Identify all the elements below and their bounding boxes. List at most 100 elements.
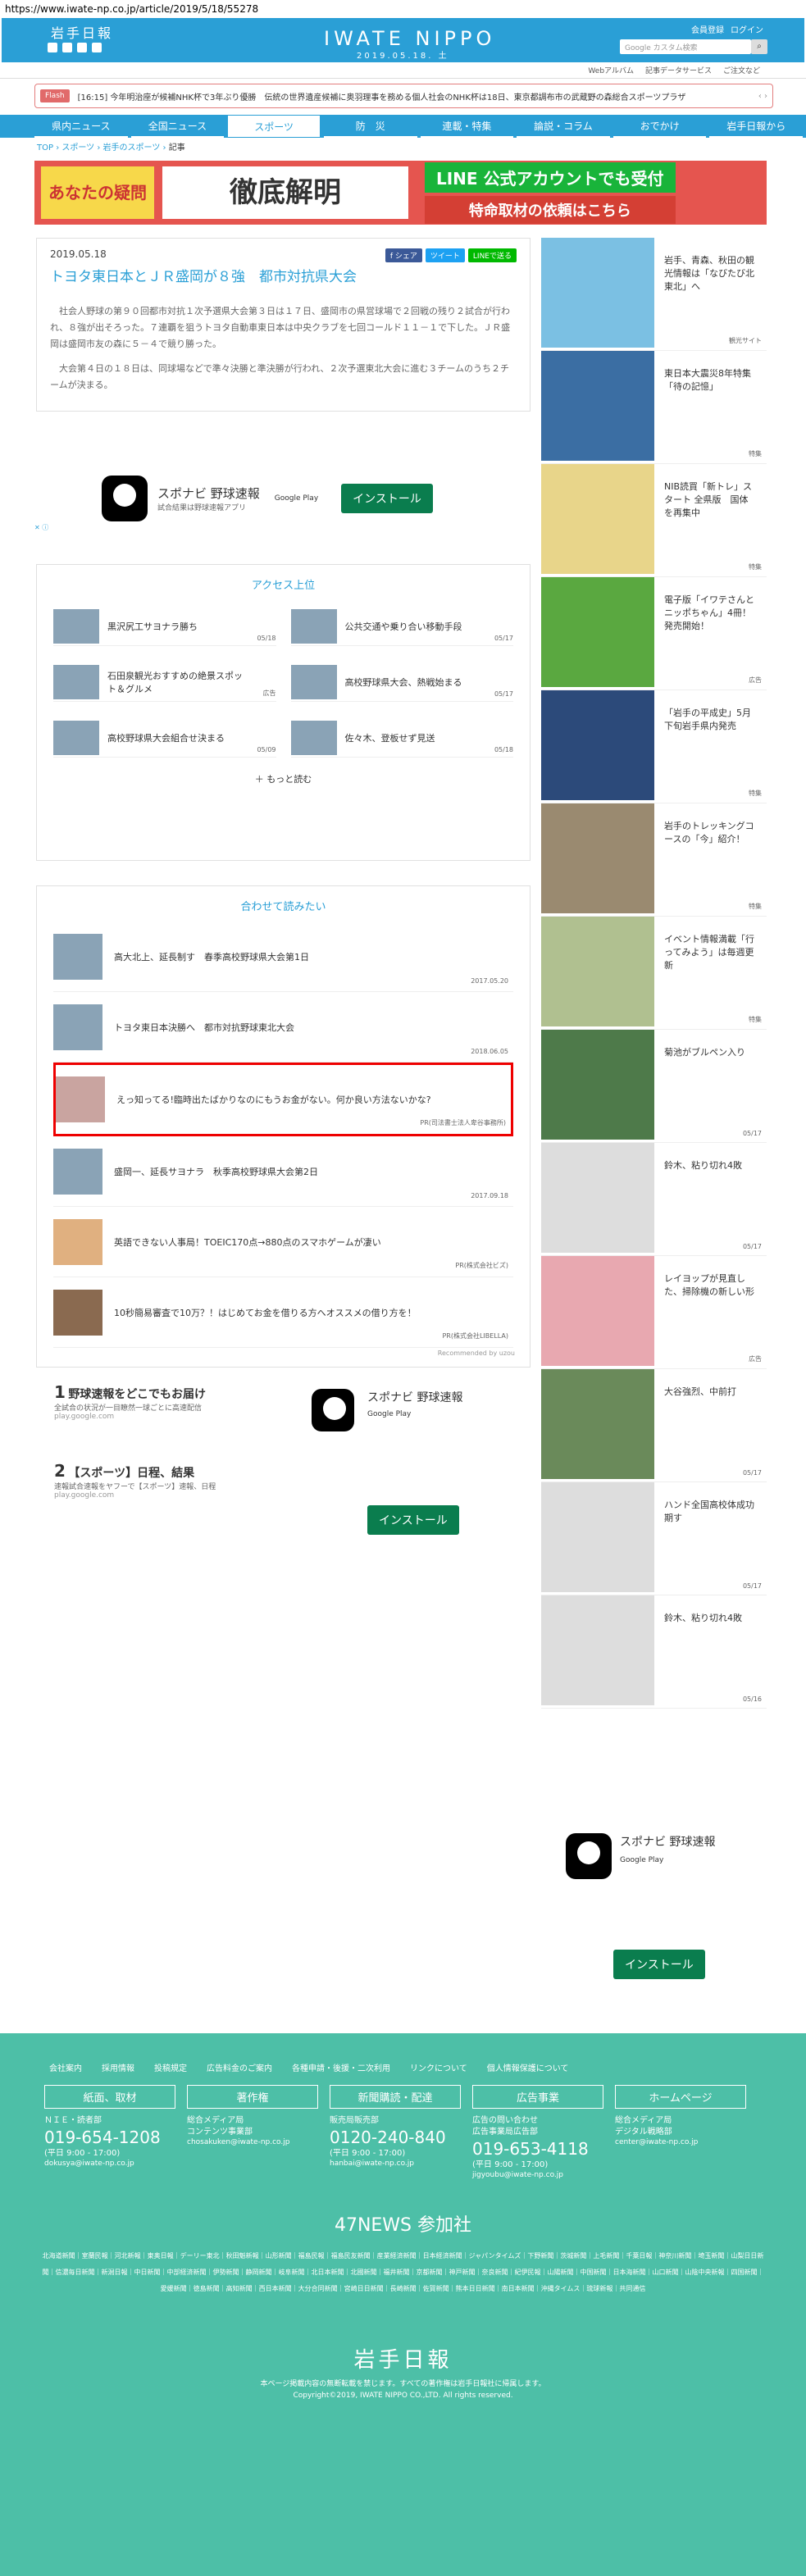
app-ad-card[interactable]: スポナビ 野球速報 Google Play インストール	[305, 1382, 510, 1554]
contact-dept: 販売局販売部	[330, 2116, 379, 2125]
crumb-top[interactable]: TOP	[37, 143, 53, 152]
install-button[interactable]: インストール	[367, 1505, 459, 1535]
banner-title: 徹底解明	[162, 166, 408, 219]
facebook-share-button[interactable]: f シェア	[385, 248, 422, 262]
list-item-highlighted[interactable]: えっ知ってる!臨時出たばかりなのにもうお金がない。何か良い方法ないかな? PR(司…	[53, 1063, 513, 1136]
site-footer: 会社案内 採用情報 投稿規定 広告料金のご案内 各種申請・後援・二次利用 リンク…	[0, 2033, 806, 2576]
footer-link[interactable]: リンクについて	[410, 2061, 467, 2073]
footer-nav: 会社案内 採用情報 投稿規定 広告料金のご案内 各種申請・後援・二次利用 リンク…	[0, 2033, 806, 2073]
list-item[interactable]: 盛岡一、延長サヨナラ 秋季高校野球県大会第2日 2017.09.18	[53, 1136, 513, 1207]
list-item[interactable]: トヨタ東日本決勝へ 都市対抗野球東北大会 2018.06.05	[53, 992, 513, 1063]
list-item[interactable]: 石田泉観光おすすめの絶景スポット＆グルメ 広告	[53, 662, 276, 702]
logo-en[interactable]: IWATE NIPPO	[324, 27, 495, 50]
flash-text[interactable]: [16:15] 今年明治座が候補NHK杯で3年ぶり優勝 伝統の世界遺産候補に奥羽…	[78, 90, 750, 102]
phone-number[interactable]: 0120-240-840	[330, 2127, 461, 2148]
sidebar-item[interactable]: 大谷強烈、中前打 05/17	[541, 1369, 767, 1482]
read-more-button[interactable]: ＋ もっと読む	[53, 772, 513, 785]
footer-link[interactable]: 採用情報	[102, 2061, 134, 2073]
footer-link[interactable]: 各種申請・後援・二次利用	[292, 2061, 390, 2073]
sidebar-item[interactable]: 鈴木、粘り切れ4敗 05/16	[541, 1595, 767, 1709]
subnav-item[interactable]: ご注文など	[723, 65, 760, 75]
footer-link[interactable]: 投稿規定	[154, 2061, 187, 2073]
footer-link[interactable]: 会社案内	[49, 2061, 82, 2073]
contact-email[interactable]: jigyoubu@iwate-np.co.jp	[472, 2171, 603, 2179]
item-date: 05/09	[257, 746, 276, 753]
sidebar-item[interactable]: 「岩手の平成史」5月下旬岩手県内発売 特集	[541, 690, 767, 803]
list-item[interactable]: 公共交通や乗り合い移動手段 05/17	[290, 607, 513, 646]
header-date: 2019.05.18. 土	[357, 52, 449, 61]
subnav-item[interactable]: 記事データサービス	[645, 65, 712, 75]
sidebar-tag: 05/17	[742, 1243, 762, 1250]
thumbnail	[290, 664, 337, 699]
sidebar-item[interactable]: ハンド全国高校体成功期す 05/17	[541, 1482, 767, 1595]
sidebar-app-ad[interactable]: スポナビ 野球速報 Google Play インストール	[558, 1827, 754, 1991]
sidebar-item[interactable]: イベント情報満載「行ってみよう」は毎週更新 特集	[541, 917, 767, 1030]
list-item[interactable]: 佐々木、登板せず見送 05/18	[290, 718, 513, 758]
line-icon[interactable]	[77, 43, 87, 52]
site-header: 岩手日報 IWATE NIPPO 2019.05.18. 土 会員登録 ログイン…	[2, 18, 804, 62]
nav-features[interactable]: 連載・特集	[420, 115, 514, 138]
sidebar-item[interactable]: 岩手のトレッキングコースの「今」紹介！ 特集	[541, 803, 767, 917]
item-title: 公共交通や乗り合い移動手段	[344, 621, 462, 632]
app-ad[interactable]: スポナビ 野球速報 試合結果は野球速報アプリ Google Play インストー…	[36, 469, 528, 528]
install-button[interactable]: インストール	[341, 484, 433, 513]
nav-national[interactable]: 全国ニュース	[130, 115, 225, 138]
crumb-iwate-sports[interactable]: 岩手のスポーツ	[103, 143, 161, 152]
adchoices-icon[interactable]: ✕ ⓘ	[34, 523, 48, 532]
contact-email[interactable]: center@iwate-np.co.jp	[615, 2138, 746, 2146]
sidebar-item[interactable]: レイヨップが見直した、掃除機の新しい形 広告	[541, 1256, 767, 1369]
search-input[interactable]: Google カスタム検索	[620, 39, 751, 54]
item-date: 2017.09.18	[471, 1192, 508, 1199]
partner-papers[interactable]: 北海道新聞｜室蘭民報｜河北新報｜東奥日報｜デーリー東北｜秋田魁新報｜山形新聞｜福…	[43, 2248, 764, 2297]
footer-logo[interactable]: 岩手日報	[0, 2343, 806, 2373]
nav-sports[interactable]: スポーツ	[227, 115, 321, 138]
tweet-button[interactable]: ツイート	[425, 248, 465, 262]
banner-question: あなたの疑問	[41, 166, 154, 219]
crumb-sports[interactable]: スポーツ	[61, 143, 94, 152]
sidebar-item[interactable]: 岩手、青森、秋田の観光情報は「なびたび北東北」へ 観光サイト	[541, 238, 767, 351]
search-icon[interactable]: ⌕	[751, 39, 767, 54]
rss-icon[interactable]	[92, 43, 102, 52]
phone-number[interactable]: 019-654-1208	[44, 2127, 175, 2148]
ad-banner[interactable]: あなたの疑問 徹底解明 LINE 公式アカウントでも受付 特命取材の依頼はこちら	[34, 161, 767, 225]
contact-email[interactable]: chosakuken@iwate-np.co.jp	[187, 2138, 318, 2146]
subnav-item[interactable]: Webアルバム	[588, 65, 634, 75]
sidebar-item[interactable]: 鈴木、粘り切れ4敗 05/17	[541, 1143, 767, 1256]
list-item[interactable]: 高校野球県大会、熱戦始まる 05/17	[290, 662, 513, 702]
thumbnail	[53, 933, 102, 980]
ad-card[interactable]: 2 【スポーツ】日程、結果 速報試合速報をヤフーで【スポーツ】速報、日程 pla…	[54, 1461, 259, 1527]
list-item[interactable]: 高大北上、延長制す 春季高校野球県大会第1日 2017.05.20	[53, 922, 513, 992]
sidebar-item[interactable]: 菊池がブルペン入り 05/17	[541, 1030, 767, 1143]
contact-email[interactable]: hanbai@iwate-np.co.jp	[330, 2160, 461, 2168]
sidebar-item[interactable]: 東日本大震災8年特集「待の記憶」 特集	[541, 351, 767, 464]
nav-outing[interactable]: おでかけ	[612, 115, 707, 138]
nav-local[interactable]: 県内ニュース	[34, 115, 128, 138]
flash-nav[interactable]: ‹ ›	[758, 92, 767, 101]
contact-email[interactable]: dokusya@iwate-np.co.jp	[44, 2160, 175, 2168]
list-item[interactable]: 高校野球県大会組合せ決まる 05/09	[53, 718, 276, 758]
google-ads: 1 野球速報をどこでもお届け 全試合の状況が一目瞭然一球ごとに高速配信 play…	[54, 1382, 513, 1563]
contact-box: 新聞購読・配達 販売局販売部 0120-240-840 (平日 9:00 - 1…	[330, 2085, 461, 2179]
list-item[interactable]: 10秒簡易審査で10万？！はじめてお金を借りる方へオススメの借り方を！ PR(株式…	[53, 1277, 513, 1348]
list-item[interactable]: 黒沢尻工サヨナラ勝ち 05/18	[53, 607, 276, 646]
nav-disaster[interactable]: 防 災	[323, 115, 417, 138]
twitter-icon[interactable]	[48, 43, 57, 52]
footer-link[interactable]: 個人情報保護について	[487, 2061, 569, 2073]
install-button[interactable]: インストール	[613, 1950, 705, 1979]
nav-from[interactable]: 岩手日報から	[709, 115, 804, 138]
sidebar-item[interactable]: NIB読買「新トレ」スタート 全県版 国体を再集中 特集	[541, 464, 767, 577]
nav-column[interactable]: 論説・コラム	[517, 115, 610, 138]
logo-jp[interactable]: 岩手日報	[51, 22, 113, 42]
list-item[interactable]: 英語できない人事局！TOEIC170点→880点のスマホゲームが凄い PR(株式会…	[53, 1207, 513, 1277]
footer-link[interactable]: 広告料金のご案内	[207, 2061, 272, 2073]
sidebar-item[interactable]: 電子版「イワテさんとニッポちゃん」4冊！発売開始！ 広告	[541, 577, 767, 690]
facebook-icon[interactable]	[62, 43, 72, 52]
register-link[interactable]: 会員登録	[691, 23, 724, 35]
contact-hours: (平日 9:00 - 17:00)	[44, 2149, 121, 2158]
line-share-button[interactable]: LINEで送る	[467, 248, 517, 262]
flash-news[interactable]: Flash [16:15] 今年明治座が候補NHK杯で3年ぶり優勝 伝統の世界遺…	[34, 84, 773, 108]
login-link[interactable]: ログイン	[731, 23, 763, 35]
recommended-by[interactable]: Recommended by uzou	[438, 1349, 515, 1357]
ad-card[interactable]: 1 野球速報をどこでもお届け 全試合の状況が一目瞭然一球ごとに高速配信 play…	[54, 1382, 259, 1448]
phone-number[interactable]: 019-653-4118	[472, 2138, 603, 2160]
